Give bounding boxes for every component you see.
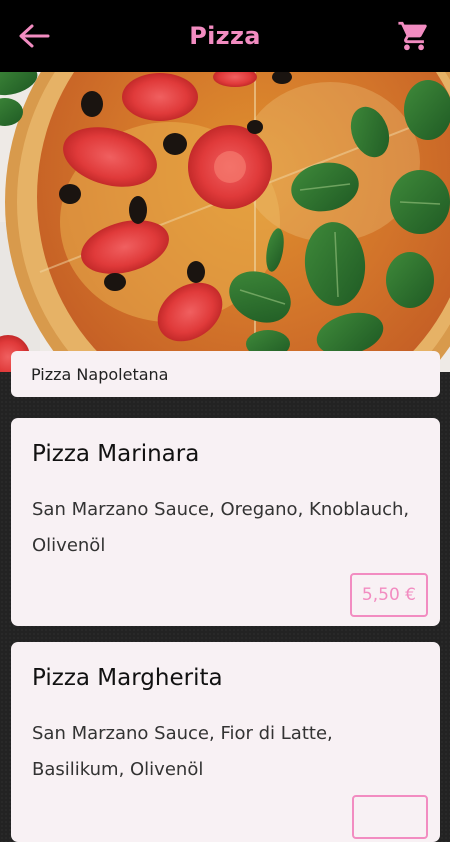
menu-item-card[interactable]: Pizza Marinara San Marzano Sauce, Oregan… xyxy=(11,418,440,626)
back-button[interactable] xyxy=(14,18,54,54)
hero-caption: Pizza Napoletana xyxy=(11,351,440,397)
menu-item-name: Pizza Margherita xyxy=(32,665,223,691)
cart-button[interactable] xyxy=(394,16,434,56)
top-app-bar: Pizza xyxy=(0,0,450,72)
shopping-cart-icon xyxy=(398,21,427,51)
menu-item-name: Pizza Marinara xyxy=(32,441,200,467)
menu-item-description: San Marzano Sauce, Fior di Latte, Basili… xyxy=(32,723,333,780)
pizza-hero-image xyxy=(0,72,450,372)
price-button[interactable] xyxy=(352,795,428,839)
price-button[interactable]: 5,50 € xyxy=(349,573,428,617)
arrow-left-icon xyxy=(19,24,50,48)
menu-item-card[interactable]: Pizza Margherita San Marzano Sauce, Fior… xyxy=(11,642,440,842)
page-title: Pizza xyxy=(189,22,261,50)
menu-item-description: San Marzano Sauce, Oregano, Knoblauch, O… xyxy=(32,499,410,556)
